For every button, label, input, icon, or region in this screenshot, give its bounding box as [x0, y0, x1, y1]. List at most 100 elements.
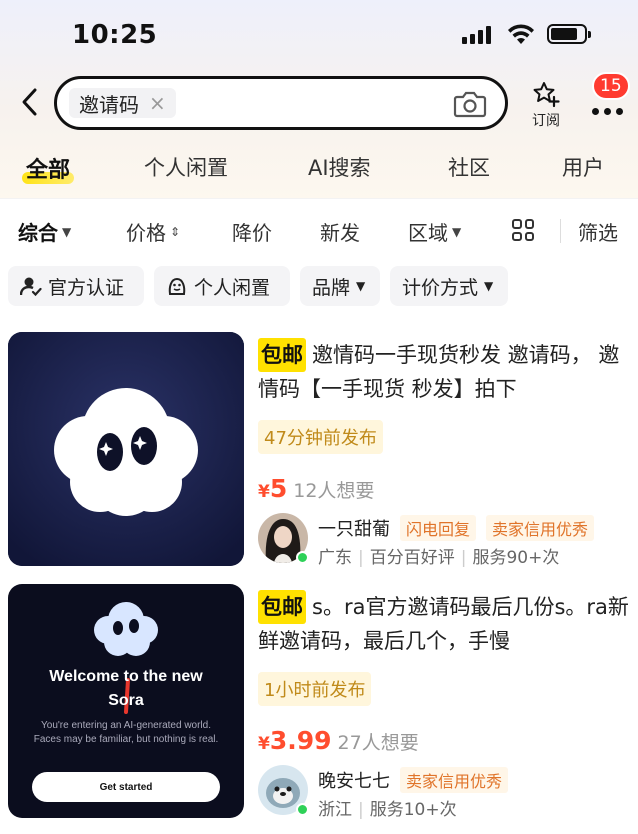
tab-personal-idle[interactable]: 个人闲置	[144, 152, 228, 182]
free-shipping-tag: 包邮	[258, 590, 306, 624]
thumb-get-started-button: Get started	[32, 772, 220, 802]
tab-ai-search[interactable]: AI搜索	[308, 152, 371, 182]
wants-count: 12人想要	[293, 480, 375, 502]
sort-region[interactable]: 区域 ▼	[408, 217, 461, 246]
product-image[interactable]	[8, 332, 244, 566]
sort-region-label: 区域	[408, 221, 448, 245]
tab-users[interactable]: 用户	[562, 152, 604, 182]
product-title-text: s。ra官方邀请码最后几份s。ra新鲜邀请码，最后几个，手慢	[258, 595, 629, 653]
wifi-icon	[508, 24, 534, 44]
product-title-text: 邀情码一手现货秒发 邀请码， 邀情码【一手现货 秒发】拍下	[258, 343, 620, 401]
filter-button[interactable]: 筛选	[578, 217, 618, 246]
product-card[interactable]: 包邮 邀情码一手现货秒发 邀请码， 邀情码【一手现货 秒发】拍下 47分钟前发布 …	[8, 332, 632, 572]
seller-service-count: 服务10+次	[369, 800, 457, 820]
product-title[interactable]: 包邮 邀情码一手现货秒发 邀请码， 邀情码【一手现货 秒发】拍下	[258, 338, 632, 406]
status-time: 10:25	[72, 20, 158, 50]
seller-meta: 浙江 | 服务10+次	[318, 800, 457, 820]
seller-tag: 闪电回复	[400, 515, 477, 541]
chip-pricing-method[interactable]: 计价方式 ▼	[390, 266, 508, 306]
seller-location: 浙江	[318, 800, 352, 820]
product-card[interactable]: Welcome to the new Sora You're entering …	[8, 584, 632, 824]
currency-symbol: ¥	[258, 734, 270, 754]
seller-info[interactable]: 一只甜葡 闪电回复 卖家信用优秀 广东 | 百分百好评 | 服务90+次	[258, 513, 632, 569]
seller-name: 晚安七七	[318, 771, 390, 792]
chevron-down-icon: ▼	[452, 224, 462, 239]
chip-pricing-method-label: 计价方式	[402, 276, 479, 299]
chevron-down-icon: ▼	[356, 279, 366, 293]
currency-symbol: ¥	[258, 482, 270, 502]
chip-personal-idle-label: 个人闲置	[194, 276, 271, 299]
star-plus-icon	[533, 82, 560, 108]
camera-icon[interactable]	[453, 89, 487, 119]
product-info: 包邮 s。ra官方邀请码最后几份s。ra新鲜邀请码，最后几个，手慢 1小时前发布 …	[258, 590, 632, 821]
sort-price-label: 价格	[126, 221, 166, 245]
online-indicator	[296, 803, 309, 816]
notification-badge: 15	[592, 72, 630, 100]
chevron-left-icon	[22, 88, 37, 116]
seller-name-row: 晚安七七 卖家信用优秀	[318, 767, 509, 793]
more-button[interactable]: 15	[586, 72, 630, 126]
clear-query-icon[interactable]: ×	[149, 91, 166, 115]
tab-all[interactable]: 全部	[21, 152, 75, 184]
chevron-down-icon: ▼	[484, 279, 494, 293]
price: ¥3.99	[258, 726, 332, 755]
seller-info[interactable]: 晚安七七 卖家信用优秀 浙江 | 服务10+次	[258, 765, 632, 821]
online-indicator	[296, 551, 309, 564]
sort-comprehensive[interactable]: 综合 ▼	[18, 217, 71, 246]
sort-updown-icon: ⇕	[170, 224, 181, 239]
thumb-line-1: You're entering an AI-generated world.	[41, 720, 211, 731]
seller-tag: 卖家信用优秀	[400, 767, 509, 793]
price: ¥5	[258, 474, 287, 503]
sort-bar: 综合 ▼ 价格 ⇕ 降价 新发 区域 ▼ 筛选	[0, 198, 638, 260]
tab-community[interactable]: 社区	[448, 152, 490, 182]
subscribe-button[interactable]: 订阅	[524, 80, 568, 130]
cloud-mascot-icon	[8, 332, 244, 566]
user-verified-icon	[20, 277, 42, 297]
wants-count: 27人想要	[337, 732, 419, 754]
product-image[interactable]: Welcome to the new Sora You're entering …	[8, 584, 244, 818]
status-bar: 10:25	[0, 0, 638, 70]
smile-bag-icon	[168, 277, 186, 295]
battery-icon	[547, 24, 591, 44]
price-amount: 3.99	[269, 726, 332, 755]
thumb-brand-text: Sora	[108, 692, 144, 709]
chip-official-certified-label: 官方认证	[48, 276, 125, 299]
chip-official-certified[interactable]: 官方认证	[8, 266, 144, 306]
thumb-line-2: Faces may be familiar, but nothing is re…	[33, 734, 219, 745]
thumb-welcome-text: Welcome to the new	[49, 668, 203, 685]
seller-name-row: 一只甜葡 闪电回复 卖家信用优秀	[318, 515, 595, 541]
sort-comprehensive-label: 综合	[18, 221, 58, 245]
post-time-tag: 47分钟前发布	[258, 420, 383, 454]
divider	[560, 219, 561, 243]
search-row: 邀请码 × 订阅 15	[0, 70, 638, 138]
sort-price[interactable]: 价格 ⇕	[126, 217, 180, 246]
grid-view-icon[interactable]	[512, 219, 534, 241]
price-row: ¥5 12人想要	[258, 474, 632, 503]
post-time-tag: 1小时前发布	[258, 672, 372, 706]
price-row: ¥3.99 27人想要	[258, 726, 632, 755]
more-dots-icon	[592, 108, 623, 115]
subscribe-label: 订阅	[532, 113, 560, 129]
sort-new-label: 新发	[320, 221, 360, 245]
signal-icon	[462, 26, 491, 44]
seller-meta: 广东 | 百分百好评 | 服务90+次	[318, 548, 560, 568]
sort-price-drop[interactable]: 降价	[232, 217, 272, 246]
product-info: 包邮 邀情码一手现货秒发 邀请码， 邀情码【一手现货 秒发】拍下 47分钟前发布 …	[258, 338, 632, 569]
chip-brand[interactable]: 品牌 ▼	[300, 266, 380, 306]
back-button[interactable]	[14, 84, 44, 120]
sort-price-drop-label: 降价	[232, 221, 272, 245]
category-tabs: 全部 个人闲置 AI搜索 社区 用户	[0, 138, 638, 198]
search-input[interactable]: 邀请码 ×	[54, 76, 508, 130]
chip-personal-idle[interactable]: 个人闲置	[154, 266, 290, 306]
search-query-text: 邀请码	[79, 92, 139, 117]
chevron-down-icon: ▼	[62, 224, 72, 239]
chip-brand-label: 品牌	[312, 276, 351, 299]
seller-tag: 卖家信用优秀	[486, 515, 595, 541]
filter-chips: 官方认证 个人闲置 品牌 ▼ 计价方式 ▼	[0, 260, 638, 328]
sort-new[interactable]: 新发	[320, 217, 360, 246]
price-amount: 5	[269, 474, 288, 503]
seller-name: 一只甜葡	[318, 519, 390, 540]
product-title[interactable]: 包邮 s。ra官方邀请码最后几份s。ra新鲜邀请码，最后几个，手慢	[258, 590, 632, 658]
search-query-chip[interactable]: 邀请码 ×	[69, 88, 176, 118]
seller-rating: 百分百好评	[369, 548, 455, 568]
